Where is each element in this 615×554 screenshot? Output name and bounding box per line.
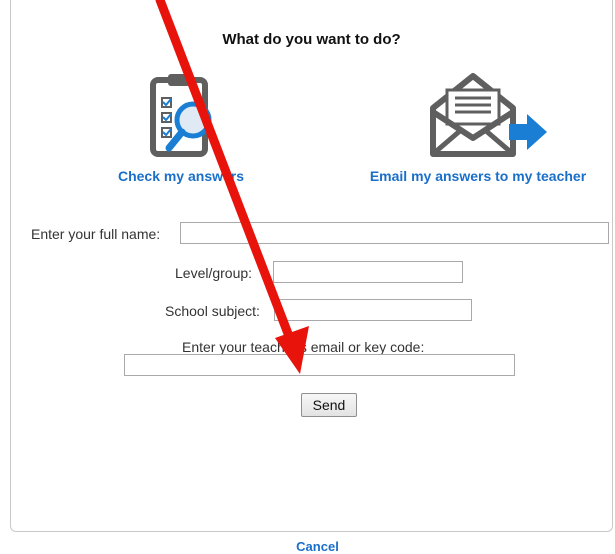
teacher-email-input[interactable] — [124, 354, 515, 376]
level-group-input[interactable] — [273, 261, 463, 283]
send-button[interactable]: Send — [301, 393, 357, 417]
envelope-arrow-icon — [430, 73, 547, 157]
check-answers-option[interactable]: Check my answers — [96, 68, 266, 184]
dialog-title: What do you want to do? — [222, 31, 401, 48]
check-answers-label[interactable]: Check my answers — [96, 168, 266, 184]
school-subject-label: School subject: — [165, 303, 260, 319]
full-name-input[interactable] — [180, 222, 609, 244]
clipboard-magnifier-icon — [150, 74, 212, 157]
teacher-email-label: Enter your teacher's email or key code: — [182, 339, 425, 355]
dialog: What do you want to do? Check my answers — [10, 0, 613, 532]
full-name-label: Enter your full name: — [31, 226, 161, 242]
level-group-label: Level/group: — [175, 265, 253, 281]
email-teacher-label[interactable]: Email my answers to my teacher — [347, 168, 609, 184]
email-teacher-option[interactable]: Email my answers to my teacher — [347, 68, 609, 184]
school-subject-input[interactable] — [274, 299, 472, 321]
